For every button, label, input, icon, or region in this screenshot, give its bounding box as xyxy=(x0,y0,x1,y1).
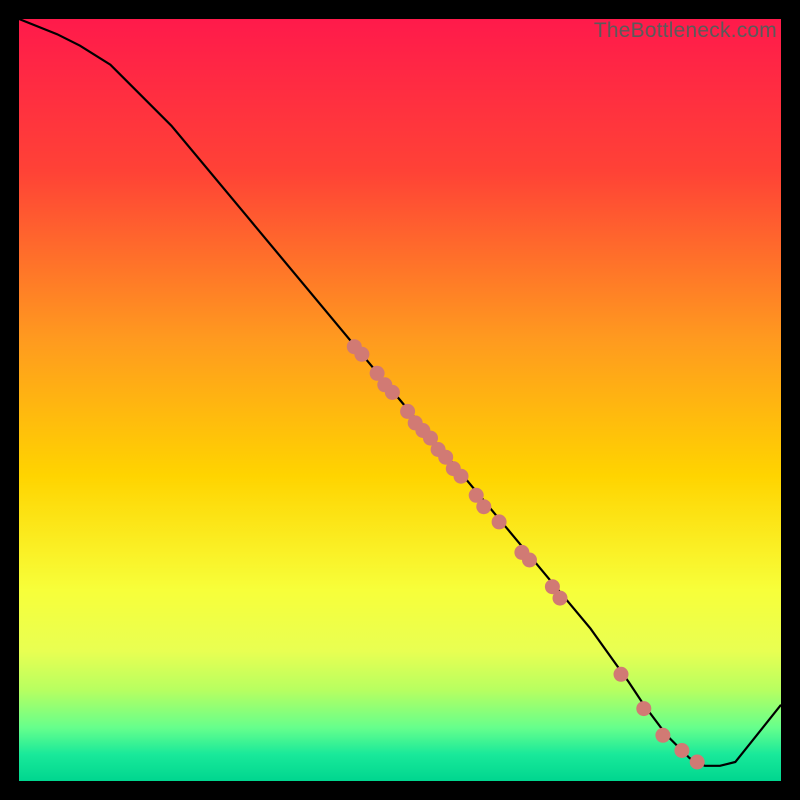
data-point xyxy=(385,385,400,400)
data-point xyxy=(655,728,670,743)
data-point xyxy=(690,755,705,770)
data-point xyxy=(454,469,469,484)
data-point xyxy=(636,701,651,716)
data-point xyxy=(674,743,689,758)
chart-frame: TheBottleneck.com xyxy=(19,19,781,781)
data-point xyxy=(476,499,491,514)
data-point xyxy=(553,591,568,606)
bottleneck-chart xyxy=(19,19,781,781)
data-point xyxy=(492,514,507,529)
data-point xyxy=(614,667,629,682)
data-point xyxy=(354,347,369,362)
data-point xyxy=(522,553,537,568)
watermark-text: TheBottleneck.com xyxy=(594,19,777,43)
